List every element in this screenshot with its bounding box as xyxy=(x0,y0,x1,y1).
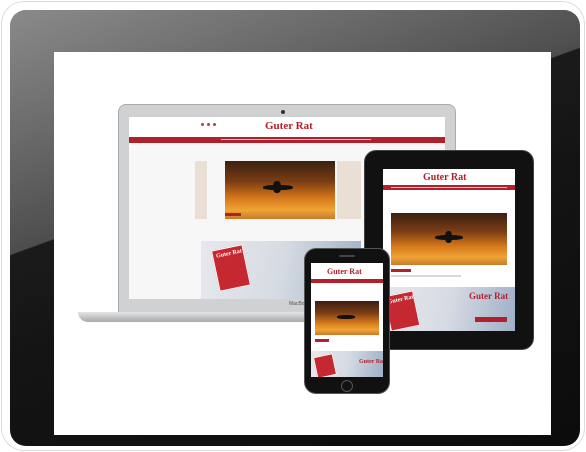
hero-image-airplane-sunset xyxy=(225,161,335,219)
site-nav-bar xyxy=(383,185,515,190)
hero-image-airplane-sunset xyxy=(315,301,379,335)
social-icon xyxy=(213,123,216,126)
magazine-promo-image: Guter Rat xyxy=(311,351,383,377)
site-header: Guter Rat xyxy=(129,117,445,137)
nav-menu-items xyxy=(391,187,507,188)
magazine-cover: Guter Rat xyxy=(210,244,252,292)
tablet-display: Guter Rat Guter Rat Guter Rat xyxy=(383,169,515,331)
home-button xyxy=(341,380,353,392)
white-screen: Guter Rat Guter Rat MacBook Guter Rat Gu… xyxy=(54,52,551,435)
magazine-cover xyxy=(312,353,338,377)
tablet-bezel: Guter Rat Guter Rat MacBook Guter Rat Gu… xyxy=(10,10,580,446)
promo-logo: Guter Rat xyxy=(359,359,383,365)
site-nav-bar xyxy=(129,137,445,143)
magazine-cover-logo: Guter Rat xyxy=(215,248,243,260)
smartphone: Guter Rat Guter Rat xyxy=(304,248,390,394)
airplane-wing xyxy=(273,181,281,193)
site-nav-bar xyxy=(311,279,383,283)
hero-headline xyxy=(391,275,461,277)
promo-logo: Guter Rat xyxy=(469,291,509,301)
promo-button[interactable] xyxy=(475,317,507,322)
hero-tag xyxy=(315,339,329,342)
social-icon xyxy=(201,123,204,126)
phone-speaker xyxy=(339,255,355,257)
hero-tag xyxy=(225,213,241,216)
photo-frame: Guter Rat Guter Rat MacBook Guter Rat Gu… xyxy=(2,2,584,450)
magazine-promo-image: Guter Rat Guter Rat xyxy=(383,287,515,331)
site-logo: Guter Rat xyxy=(327,267,362,276)
laptop-camera xyxy=(281,110,285,114)
nav-menu-items xyxy=(221,139,371,140)
airplane-icon xyxy=(337,315,355,319)
phone-display: Guter Rat Guter Rat xyxy=(311,263,383,377)
magazine-cover-logo: Guter Rat xyxy=(387,294,415,306)
site-logo: Guter Rat xyxy=(265,120,313,132)
article-thumbnail xyxy=(337,161,361,219)
article-thumbnail xyxy=(195,161,207,219)
airplane-wing xyxy=(445,231,452,243)
site-logo: Guter Rat xyxy=(423,172,467,183)
hero-tag xyxy=(391,269,411,272)
hero-image-airplane-sunset xyxy=(391,213,507,265)
social-icon xyxy=(207,123,210,126)
